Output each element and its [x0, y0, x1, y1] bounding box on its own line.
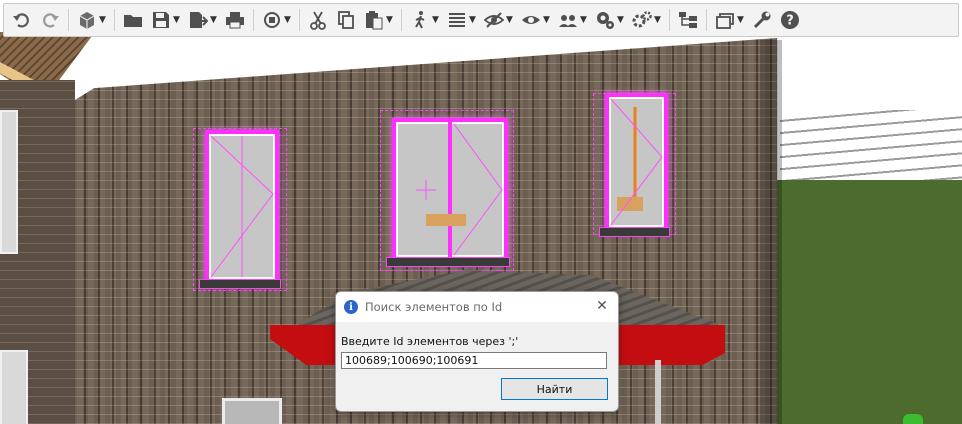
chevron-down-icon[interactable]: ▼ [99, 15, 107, 25]
show-button[interactable]: ▼ [517, 5, 554, 35]
hide-icon [483, 9, 505, 31]
chevron-down-icon[interactable]: ▼ [469, 15, 477, 25]
chevron-down-icon[interactable]: ▼ [432, 15, 440, 25]
settings-icon [631, 9, 653, 31]
paste-icon [363, 9, 385, 31]
print-icon [224, 9, 246, 31]
chevron-down-icon[interactable]: ▼ [580, 15, 588, 25]
export-button[interactable]: ▼ [184, 5, 221, 35]
chevron-down-icon[interactable]: ▼ [210, 15, 218, 25]
hierarchy-icon [677, 9, 699, 31]
dialog-titlebar[interactable]: i Поиск элементов по Id [336, 292, 618, 322]
info-icon: i [344, 300, 358, 314]
toolbar-separator [299, 9, 300, 31]
copy-button[interactable] [332, 5, 360, 35]
print-button[interactable] [221, 5, 249, 35]
view-cube-icon [76, 9, 98, 31]
settings-group-icon [594, 9, 616, 31]
window-sill [386, 257, 510, 267]
selected-window-2[interactable] [380, 110, 514, 271]
chevron-down-icon[interactable]: ▼ [737, 15, 745, 25]
toolbar-separator [68, 9, 69, 31]
cut-icon [307, 9, 329, 31]
chevron-down-icon[interactable]: ▼ [506, 15, 514, 25]
wrench-icon [751, 9, 773, 31]
selected-window-1[interactable] [193, 128, 287, 291]
layers-button[interactable]: ▼ [711, 5, 748, 35]
help-button[interactable]: ? [776, 5, 804, 35]
hide-button[interactable]: ▼ [480, 5, 517, 35]
chevron-down-icon[interactable]: ▼ [386, 15, 394, 25]
svg-text:?: ? [786, 14, 794, 29]
undo-button[interactable] [8, 5, 36, 35]
chevron-down-icon[interactable]: ▼ [284, 15, 292, 25]
canopy-post [655, 360, 661, 424]
window-sash-lines [416, 123, 503, 256]
find-button[interactable]: Найти [501, 378, 608, 400]
layers-icon [714, 9, 736, 31]
walk-icon [409, 9, 431, 31]
orbit-button[interactable]: ▼ [258, 5, 295, 35]
side-window-lower[interactable] [0, 350, 28, 424]
redo-button[interactable] [36, 5, 64, 35]
window-sill [599, 227, 670, 237]
undo-icon [11, 9, 33, 31]
users-visibility-button[interactable]: ▼ [554, 5, 591, 35]
plant [903, 414, 923, 424]
selected-window-3[interactable] [593, 93, 676, 237]
main-toolbar: ▼ ▼ ▼ ▼ ▼ ▼ ▼ ▼ ▼ ▼ ▼ ▼ ▼ ? [3, 3, 959, 37]
help-icon: ? [779, 9, 801, 31]
chevron-down-icon[interactable]: ▼ [173, 15, 181, 25]
dialog-title: Поиск элементов по Id [365, 300, 503, 314]
orbit-icon [261, 9, 283, 31]
walk-button[interactable]: ▼ [406, 5, 443, 35]
view-cube-button[interactable]: ▼ [73, 5, 110, 35]
hierarchy-button[interactable] [674, 5, 702, 35]
list-icon [446, 9, 468, 31]
settings-button[interactable]: ▼ [628, 5, 665, 35]
close-icon[interactable]: ✕ [594, 298, 610, 314]
toolbar-separator [669, 9, 670, 31]
window-sash-lines [610, 98, 663, 226]
open-button[interactable] [119, 5, 147, 35]
tools-button[interactable] [748, 5, 776, 35]
cut-button[interactable] [304, 5, 332, 35]
chevron-down-icon[interactable]: ▼ [543, 15, 551, 25]
save-button[interactable]: ▼ [147, 5, 184, 35]
wall-corner [760, 40, 782, 424]
window-sash-lines [210, 135, 274, 278]
id-input[interactable] [341, 352, 607, 369]
save-icon [150, 9, 172, 31]
settings-group-button[interactable]: ▼ [591, 5, 628, 35]
paste-button[interactable]: ▼ [360, 5, 397, 35]
open-folder-icon [122, 9, 144, 31]
chevron-down-icon[interactable]: ▼ [617, 15, 625, 25]
redo-icon [39, 9, 61, 31]
show-icon [520, 9, 542, 31]
toolbar-separator [114, 9, 115, 31]
toolbar-separator [706, 9, 707, 31]
find-by-id-dialog: i Поиск элементов по Id ✕ Введите Id эле… [335, 291, 619, 412]
window-sill [199, 279, 281, 289]
ground-floor-window[interactable] [222, 398, 282, 424]
export-icon [187, 9, 209, 31]
chevron-down-icon[interactable]: ▼ [654, 15, 662, 25]
copy-icon [335, 9, 357, 31]
users-visibility-icon [557, 9, 579, 31]
lawn [770, 180, 962, 424]
id-prompt-label: Введите Id элементов через ';' [341, 335, 519, 348]
list-button[interactable]: ▼ [443, 5, 480, 35]
toolbar-separator [401, 9, 402, 31]
toolbar-separator [253, 9, 254, 31]
side-window[interactable] [0, 110, 18, 254]
